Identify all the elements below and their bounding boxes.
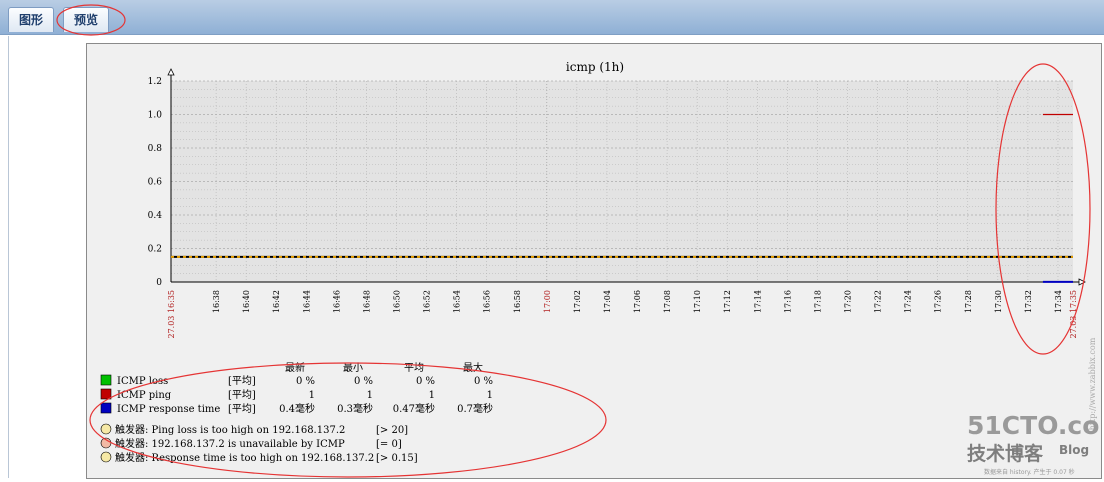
x-tick-label: 17:22 — [874, 290, 883, 313]
x-tick-label: 17:16 — [783, 290, 792, 313]
y-tick-label: 0.2 — [148, 245, 162, 255]
legend-item-func: [平均] — [228, 403, 256, 415]
y-tick-label: 0.8 — [148, 144, 163, 154]
x-tick-label: 17:18 — [813, 290, 822, 313]
x-tick-label: 17:34 — [1054, 290, 1063, 313]
legend-swatch-green — [100, 374, 112, 386]
x-axis: 27.03 16:35 16:38 16:40 16:42 16:44 16:46 16:4… — [167, 278, 1086, 339]
x-tick-label: 17:24 — [904, 290, 913, 313]
legend-item-avg: 1 — [429, 390, 435, 401]
trigger-row-ping-loss: 触发器: Ping loss is too high on 192.168.13… — [100, 423, 408, 436]
x-tick-label: 16:42 — [272, 290, 281, 313]
graph-footer: 数据来自 history. 产生于 0.07 秒 — [984, 468, 1075, 476]
x-tick-label: 17:32 — [1024, 290, 1033, 313]
trigger-icon — [100, 451, 112, 463]
x-tick-label: 17:02 — [573, 290, 582, 313]
y-axis-arrow — [167, 68, 175, 76]
x-tick-label: 16:54 — [453, 290, 462, 313]
trigger-text: 触发器: Ping loss is too high on 192.168.13… — [115, 423, 345, 436]
x-tick-label: 16:56 — [483, 290, 492, 313]
x-tick-label: 16:48 — [362, 290, 371, 313]
page-left-border — [8, 36, 9, 478]
chart-title: icmp (1h) — [566, 60, 624, 74]
graph-frame: icmp (1h) 1.2 1.0 0.8 0.6 0.4 0.2 0 27.03 16:3… — [86, 43, 1104, 479]
tab-preview[interactable]: 预览 — [63, 7, 110, 32]
x-tick-label: 17:30 — [994, 290, 1003, 313]
x-tick-label: 16:44 — [302, 290, 311, 313]
x-tick-label: 17:20 — [844, 290, 853, 313]
trigger-condition: [= 0] — [376, 439, 402, 450]
y-tick-label: 0 — [156, 278, 162, 288]
blog-label: Blog — [1059, 443, 1089, 457]
legend-item-last: 0 % — [296, 376, 315, 387]
legend-item-avg: 0 % — [416, 376, 435, 387]
legend-row-icmp-response-time: ICMP response time [平均] 0.4毫秒 0.3毫秒 0.47… — [100, 402, 493, 415]
trigger-row-unavailable: 触发器: 192.168.137.2 is unavailable by ICM… — [100, 437, 402, 450]
top-tab-bar: 图形 预览 — [0, 0, 1104, 35]
legend-item-last: 1 — [309, 390, 315, 401]
y-tick-label: 0.6 — [148, 178, 163, 188]
legend-item-min: 0 % — [354, 376, 373, 387]
legend-header-max: 最大 — [463, 361, 483, 374]
trigger-condition: [> 0.15] — [376, 453, 418, 464]
x-tick-label: 17:14 — [753, 290, 762, 313]
legend-item-last: 0.4毫秒 — [279, 402, 315, 415]
y-tick-label: 1.0 — [148, 111, 163, 121]
x-tick-label: 17:12 — [723, 290, 732, 313]
x-tick-label: 17:00 — [543, 290, 552, 313]
legend-item-max: 0 % — [474, 376, 493, 387]
x-tick-label: 17:28 — [964, 290, 973, 313]
icmp-graph: icmp (1h) 1.2 1.0 0.8 0.6 0.4 0.2 0 27.03 16:3… — [89, 60, 1104, 478]
legend-item-max: 0.7毫秒 — [457, 402, 493, 415]
legend-item-min: 1 — [367, 390, 373, 401]
y-axis: 1.2 1.0 0.8 0.6 0.4 0.2 0 — [148, 68, 175, 288]
blog-subtitle: 技术博客 — [967, 442, 1044, 465]
blog-logo: 51CTO.com — [967, 411, 1101, 440]
x-tick-label: 17:26 — [934, 290, 943, 313]
legend-item-func: [平均] — [228, 389, 256, 401]
y-tick-label: 1.2 — [148, 77, 162, 87]
legend-header-min: 最小 — [343, 362, 363, 374]
legend-row-icmp-ping: ICMP ping [平均] 1 1 1 1 — [100, 388, 493, 401]
legend-item-name: ICMP response time — [117, 404, 220, 415]
x-tick-label: 17:10 — [693, 290, 702, 313]
trigger-condition: [> 20] — [376, 425, 408, 436]
trigger-text: 触发器: 192.168.137.2 is unavailable by ICM… — [115, 437, 345, 450]
trigger-icon — [100, 423, 112, 435]
x-tick-label: 16:46 — [332, 290, 341, 313]
x-tick-label: 27.03 16:35 — [167, 290, 176, 339]
x-tick-label: 16:58 — [513, 290, 522, 313]
y-tick-label: 0.4 — [148, 211, 163, 221]
x-tick-label: 27.03 17:35 — [1069, 290, 1078, 339]
x-tick-label: 16:50 — [393, 290, 402, 313]
blog-watermark: 51CTO.com 技术博客 Blog 数据来自 history. 产生于 0.… — [967, 411, 1104, 476]
trigger-row-response-time: 触发器: Response time is too high on 192.16… — [100, 451, 418, 464]
legend-swatch-blue — [100, 402, 112, 414]
x-tick-label: 16:52 — [423, 290, 432, 313]
legend-item-max: 1 — [487, 390, 493, 401]
x-tick-label: 17:06 — [633, 290, 642, 313]
x-tick-label: 16:38 — [212, 290, 221, 313]
legend-item-min: 0.3毫秒 — [337, 402, 373, 415]
legend-swatch-red — [100, 388, 112, 400]
legend-item-func: [平均] — [228, 375, 256, 387]
x-tick-label: 16:40 — [242, 290, 251, 313]
tab-graph[interactable]: 图形 — [8, 7, 55, 32]
legend-item-avg: 0.47毫秒 — [393, 402, 435, 415]
x-tick-label: 17:08 — [663, 290, 672, 313]
x-tick-label: 17:04 — [603, 290, 612, 313]
legend-header-last: 最新 — [285, 361, 305, 374]
